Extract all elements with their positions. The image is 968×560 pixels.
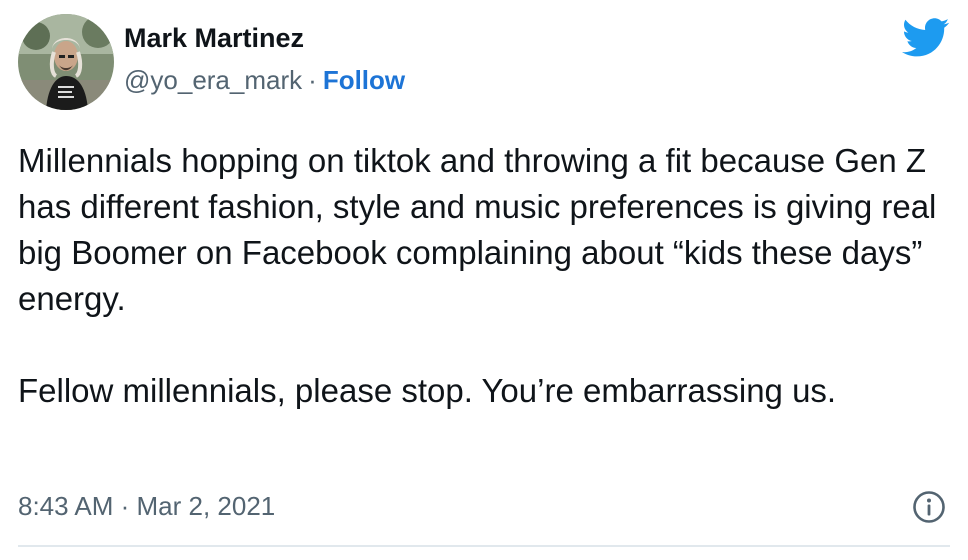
author-block: Mark Martinez @yo_era_mark · Follow [124,22,405,96]
tweet-card: Mark Martinez @yo_era_mark · Follow Millen… [0,0,968,560]
tweet-text: Millennials hopping on tiktok and throwi… [18,138,958,414]
avatar[interactable] [18,14,114,110]
author-handle[interactable]: @yo_era_mark [124,65,302,95]
tweet-paragraph: Millennials hopping on tiktok and throwi… [18,142,937,317]
author-meta: @yo_era_mark · Follow [124,64,405,96]
meta-separator: · [308,65,317,95]
tweet-paragraph: Fellow millennials, please stop. You’re … [18,372,837,409]
info-icon[interactable] [912,490,946,524]
twitter-bird-icon[interactable] [902,18,950,58]
follow-button[interactable]: Follow [323,65,405,95]
avatar-image [18,14,114,110]
divider [18,545,950,547]
author-name[interactable]: Mark Martinez [124,22,405,54]
tweet-timestamp[interactable]: 8:43 AM · Mar 2, 2021 [18,488,275,524]
